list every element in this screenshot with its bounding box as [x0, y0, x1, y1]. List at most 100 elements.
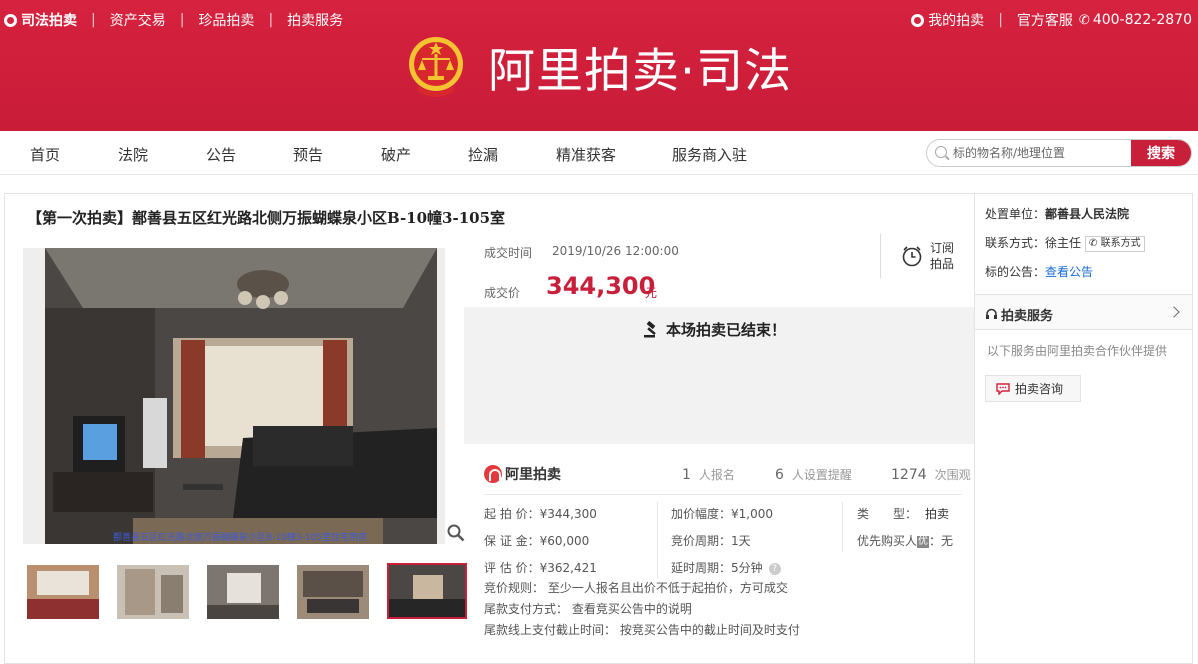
deposit-value: ¥60,000 — [539, 534, 590, 548]
nav-item-targeting[interactable]: 精准获客 — [556, 144, 616, 165]
auction-consult-button[interactable]: 拍卖咨询 — [985, 375, 1081, 402]
appraisal-value: ¥362,421 — [539, 561, 597, 575]
chevron-right-icon — [1168, 306, 1180, 318]
contact-button-label: 联系方式 — [1100, 237, 1141, 249]
auction-ended-text: 本场拍卖已结束！ — [666, 321, 787, 339]
contact-name: 徐主任 — [1045, 236, 1082, 250]
site-header: 司法拍卖 | 资产交易 | 珍品拍卖 | 拍卖服务 我的拍卖 | 官方客服 ✆ … — [0, 0, 1198, 131]
deal-price-label: 成交价 — [484, 286, 521, 300]
judicial-icon — [4, 13, 17, 27]
priority-badge-icon: 优 — [917, 535, 930, 548]
court-sidebar: 处置单位：鄯善县人民法院 联系方式：徐主任 ✆ 联系方式 标的公告：查看公告 拍卖… — [974, 193, 1193, 664]
nav-item-partners[interactable]: 服务商入驻 — [672, 144, 747, 165]
nav-item-bankruptcy[interactable]: 破产 — [381, 144, 411, 165]
headset-icon — [986, 308, 997, 319]
stat-reminders-count: 6 — [775, 467, 784, 483]
auction-consult-label: 拍卖咨询 — [1015, 382, 1064, 396]
delay-value: 5分钟 — [731, 561, 763, 575]
priority-buyer-label: 优先购买人 — [857, 534, 918, 548]
item-title: 【第一次拍卖】鄯善县五区红光路北侧万振蝴蝶泉小区B-10幢3-105室 — [27, 209, 506, 227]
type-label: 类 型： — [857, 507, 918, 521]
ali-auction-brand: 阿里拍卖 — [484, 464, 561, 484]
topbar-link-services[interactable]: 拍卖服务 — [287, 10, 343, 30]
stat-views: 1274 次围观 — [891, 466, 971, 483]
user-icon — [911, 13, 925, 27]
item-panel: 【第一次拍卖】鄯善县五区红光路北侧万振蝴蝶泉小区B-10幢3-105室 鄯善县五… — [4, 193, 975, 664]
phone-icon: ✆ — [1078, 12, 1090, 28]
topbar-brand-link[interactable]: 司法拍卖 — [21, 10, 77, 30]
deal-price-unit: 元 — [645, 286, 658, 300]
auction-service-header[interactable]: 拍卖服务 — [975, 294, 1192, 330]
search-box: 搜索 — [926, 139, 1192, 167]
alarm-clock-icon — [902, 246, 922, 267]
stat-registrations-label: 人报名 — [698, 468, 735, 482]
room-photo-image: 鄯善县五区红光路北侧万振蝴蝶泉小区B-10幢3-105室住宅用房 — [23, 248, 445, 544]
deposit-label: 保 证 金： — [484, 534, 540, 548]
thumbnail-3[interactable] — [207, 565, 279, 619]
deal-time-label: 成交时间 — [484, 246, 533, 260]
divider — [484, 494, 962, 495]
start-price-value: ¥344,300 — [539, 507, 597, 521]
nav-item-notices[interactable]: 公告 — [206, 144, 236, 165]
auction-ended-banner: 本场拍卖已结束！ — [464, 307, 975, 444]
priority-buyer-value: ：无 — [929, 534, 954, 548]
view-notice-link[interactable]: 查看公告 — [1045, 265, 1093, 279]
auction-stats: 阿里拍卖 1 人报名 6 人设置提醒 1274 次围观 — [464, 462, 975, 492]
court-label: 处置单位： — [985, 207, 1046, 221]
terms-column-3: 类 型： 拍卖 优先购买人优：无 — [857, 501, 953, 555]
thumbnail-2[interactable] — [117, 565, 189, 619]
court-emblem-icon — [409, 36, 463, 97]
gavel-icon — [644, 320, 656, 337]
rule-payment-method: 尾款支付方式： 查看竞买公告中的说明 — [484, 602, 692, 616]
stat-views-count: 1274 — [891, 467, 927, 483]
terms-column-1: 起 拍 价：¥344,300 保 证 金：¥60,000 评 估 价：¥362,… — [484, 501, 597, 582]
deal-time-value: 2019/10/26 12:00:00 — [552, 244, 679, 258]
type-value: 拍卖 — [925, 507, 950, 521]
stat-reminders-label: 人设置提醒 — [791, 468, 852, 482]
search-input[interactable] — [953, 144, 1129, 162]
topbar-link-assets[interactable]: 资产交易 — [110, 10, 166, 30]
court-info: 处置单位：鄯善县人民法院 联系方式：徐主任 ✆ 联系方式 标的公告：查看公告 — [985, 200, 1145, 287]
deal-price-value: 344,300 — [546, 272, 656, 300]
thumbnail-1[interactable] — [27, 565, 99, 619]
subscribe-label: 订阅拍品 — [930, 241, 955, 271]
service-note: 以下服务由阿里拍卖合作伙伴提供 — [987, 344, 1168, 358]
thumbnail-5-selected[interactable] — [387, 563, 467, 619]
contact-button[interactable]: ✆ 联系方式 — [1085, 235, 1145, 252]
ali-auction-brand-text: 阿里拍卖 — [505, 467, 561, 483]
column-divider — [657, 502, 658, 578]
photo-watermark: 鄯善县五区红光路北侧万振蝴蝶泉小区B-10幢3-105室住宅用房 — [113, 531, 367, 543]
auction-service-title: 拍卖服务 — [1001, 309, 1054, 324]
stat-views-label: 次围观 — [934, 468, 971, 482]
zoom-icon[interactable] — [447, 524, 465, 542]
thumbnail-4[interactable] — [297, 565, 369, 619]
service-phone: 400-822-2870 — [1092, 12, 1192, 28]
top-bar: 司法拍卖 | 资产交易 | 珍品拍卖 | 拍卖服务 我的拍卖 | 官方客服 ✆ … — [0, 0, 1198, 36]
topbar-link-treasures[interactable]: 珍品拍卖 — [198, 10, 254, 30]
nav-item-bargains[interactable]: 捡漏 — [468, 144, 498, 165]
cycle-value: 1天 — [731, 534, 751, 548]
search-button[interactable]: 搜索 — [1131, 140, 1191, 166]
main-photo[interactable]: 鄯善县五区红光路北侧万振蝴蝶泉小区B-10幢3-105室住宅用房 — [23, 248, 445, 544]
auction-rules: 竞价规则： 至少一人报名且出价不低于起拍价，方可成交 尾款支付方式： 查看竞买公… — [484, 578, 800, 641]
site-logo[interactable]: 阿里拍卖·司法 — [408, 32, 792, 101]
rule-payment-deadline: 尾款线上支付截止时间： 按竞买公告中的截止时间及时支付 — [484, 623, 800, 637]
my-auction-link[interactable]: 我的拍卖 — [928, 10, 984, 30]
subscribe-button[interactable]: 订阅拍品 — [880, 234, 956, 278]
customer-service-link[interactable]: 官方客服 — [1017, 10, 1073, 30]
start-price-label: 起 拍 价： — [484, 507, 540, 521]
search-icon — [935, 146, 947, 158]
chat-bubble-icon — [996, 382, 1010, 395]
increment-label: 加价幅度： — [671, 507, 732, 521]
nav-item-courts[interactable]: 法院 — [118, 144, 148, 165]
nav-item-home[interactable]: 首页 — [30, 144, 60, 165]
contact-label: 联系方式： — [985, 236, 1046, 250]
nav-item-preview[interactable]: 预告 — [293, 144, 323, 165]
court-name[interactable]: 鄯善县人民法院 — [1045, 207, 1129, 221]
column-divider — [842, 502, 843, 552]
cycle-label: 竞价周期： — [671, 534, 732, 548]
help-icon[interactable]: ? — [768, 562, 781, 575]
main-nav: 首页 法院 公告 预告 破产 捡漏 精准获客 服务商入驻 搜索 — [0, 131, 1198, 175]
increment-value: ¥1,000 — [731, 507, 774, 521]
logo-text: 阿里拍卖·司法 — [488, 44, 792, 99]
